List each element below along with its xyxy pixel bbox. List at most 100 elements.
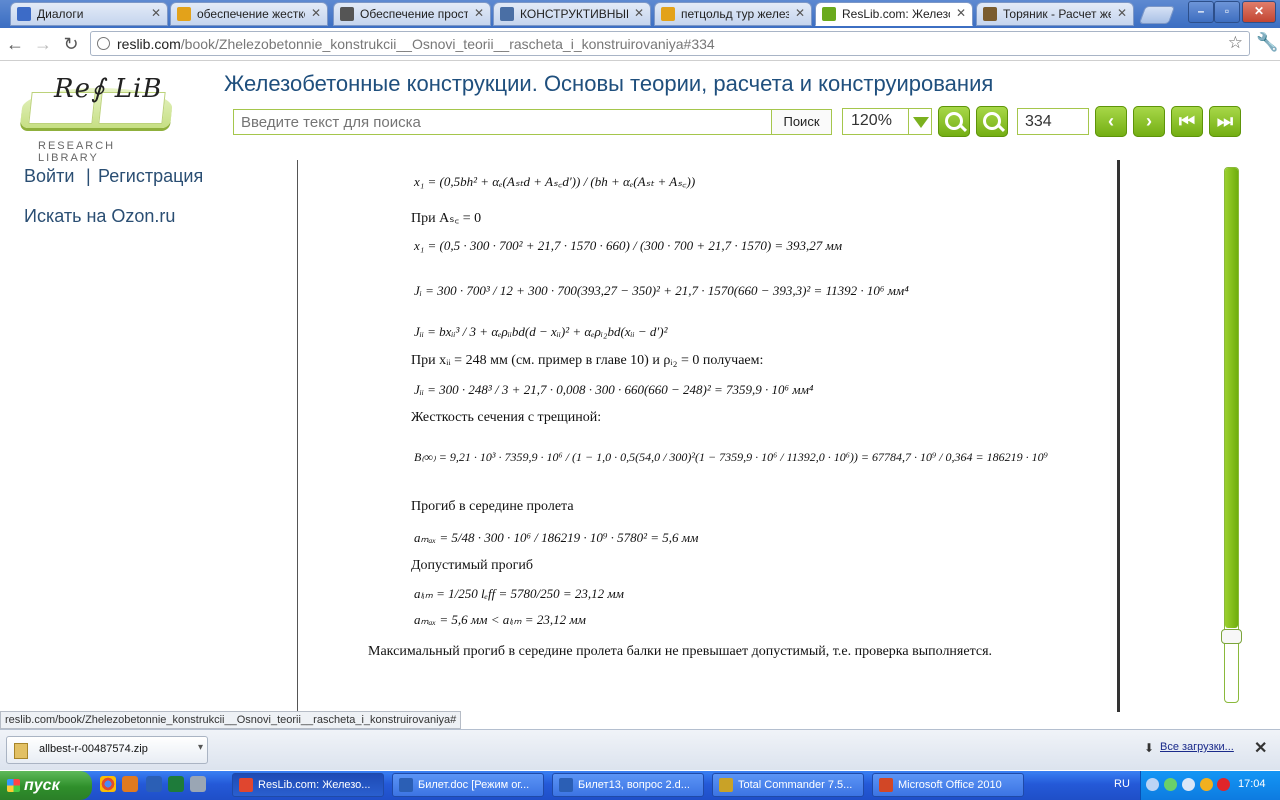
- all-downloads-link[interactable]: Все загрузки...: [1160, 741, 1234, 753]
- search-input[interactable]: [233, 109, 771, 135]
- ozon-search-link[interactable]: Искать на Ozon.ru: [24, 206, 175, 227]
- windows-flag-icon: [7, 779, 20, 792]
- tab-close-icon[interactable]: ✕: [1117, 6, 1127, 20]
- last-page-button[interactable]: ⏭: [1209, 106, 1241, 137]
- taskbar-item[interactable]: Билет13, вопрос 2.d...: [552, 773, 704, 797]
- tab-title: Обеспечение простра: [360, 7, 468, 21]
- back-arrow-tray-icon[interactable]: [1146, 778, 1159, 791]
- app-icon: [879, 778, 893, 792]
- wrench-icon[interactable]: 🔧: [1256, 32, 1278, 53]
- forward-button[interactable]: →: [32, 33, 54, 55]
- previous-page-button[interactable]: ‹: [1095, 106, 1127, 137]
- zoom-in-button[interactable]: [938, 106, 970, 137]
- tab-close-icon[interactable]: ✕: [311, 6, 321, 20]
- zoom-in-icon: [945, 112, 963, 130]
- volume-icon[interactable]: [1182, 778, 1195, 791]
- next-page-button[interactable]: ›: [1133, 106, 1165, 137]
- text-line: Прогиб в середине пролета: [411, 499, 574, 514]
- bookmark-star-icon[interactable]: ☆: [1228, 33, 1243, 53]
- tab-favicon-icon: [340, 7, 354, 21]
- back-button[interactable]: ←: [4, 33, 26, 55]
- search-button[interactable]: Поиск: [771, 109, 832, 135]
- chrome-quicklaunch-icon[interactable]: [100, 776, 116, 792]
- tab-title: обеспечение жесткос: [197, 7, 305, 21]
- zoom-dropdown-arrow-icon[interactable]: [908, 108, 932, 135]
- firefox-quicklaunch-icon[interactable]: [122, 776, 138, 792]
- tab-favicon-icon: [17, 7, 31, 21]
- site-logo[interactable]: Re∮ LiB RESEARCH LIBRARY: [18, 70, 178, 164]
- address-bar[interactable]: reslib.com/book/Zhelezobetonnie_konstruk…: [90, 31, 1250, 56]
- browser-tab[interactable]: обеспечение жесткос ✕: [170, 2, 328, 26]
- zoom-out-button[interactable]: [976, 106, 1008, 137]
- formula-line: Jᵢᵢ = bxᵢᵢ³ / 3 + αₑρᵢᵢbd(d − xᵢᵢ)² + αₑ…: [414, 324, 668, 339]
- browser-tab[interactable]: Обеспечение простра ✕: [333, 2, 491, 26]
- taskbar-item[interactable]: Билет.doc [Режим ог...: [392, 773, 544, 797]
- tab-favicon-icon: [177, 7, 191, 21]
- notification-icon[interactable]: [1200, 778, 1213, 791]
- browser-toolbar: ← → ↻ reslib.com/book/Zhelezobetonnie_ko…: [0, 28, 1280, 61]
- tab-title: КОНСТРУКТИВНЫЕ РЕ: [520, 7, 628, 21]
- calculator-quicklaunch-icon[interactable]: [190, 776, 206, 792]
- app-icon: [399, 778, 413, 792]
- status-bar-url: reslib.com/book/Zhelezobetonnie_konstruk…: [0, 711, 462, 729]
- start-button[interactable]: пуск: [0, 771, 92, 800]
- document-page: x₁ = (0,5bh² + αₑ(Aₛₜd + Aₛ꜀d′)) / (bh +…: [298, 160, 1117, 712]
- page-number-input[interactable]: [1017, 108, 1089, 135]
- text-line: Максимальный прогиб в середине пролета б…: [368, 644, 993, 659]
- first-page-button[interactable]: ⏮: [1171, 106, 1203, 137]
- browser-tab[interactable]: ResLib.com: Железобе ✕: [815, 2, 973, 26]
- network-icon[interactable]: [1164, 778, 1177, 791]
- download-item[interactable]: allbest-r-00487574.zip ▾: [6, 736, 208, 764]
- chevron-down-icon[interactable]: ▾: [198, 742, 203, 753]
- formula-line: Jᵢ = 300 · 700³ / 12 + 300 · 700(393,27 …: [414, 283, 909, 298]
- viewer-border-right: [1117, 160, 1120, 712]
- globe-icon: [97, 37, 110, 50]
- browser-tab[interactable]: петцольд тур железо ✕: [654, 2, 812, 26]
- text-line: При xᵢᵢ = 248 мм (см. пример в главе 10)…: [411, 353, 764, 368]
- tab-close-icon[interactable]: ✕: [795, 6, 805, 20]
- taskbar-item[interactable]: ResLib.com: Железо...: [232, 773, 384, 797]
- tab-close-icon[interactable]: ✕: [956, 6, 966, 20]
- tab-close-icon[interactable]: ✕: [151, 6, 161, 20]
- maximize-button[interactable]: ▫: [1214, 1, 1240, 23]
- close-shelf-icon[interactable]: ✕: [1254, 738, 1267, 758]
- chevron-right-icon: ›: [1146, 111, 1152, 131]
- link-separator: |: [86, 166, 91, 186]
- login-link[interactable]: Войти: [24, 166, 74, 187]
- download-filename: allbest-r-00487574.zip: [39, 743, 148, 755]
- page-scroll-progress: [1225, 168, 1238, 628]
- browser-tab[interactable]: Диалоги ✕: [10, 2, 168, 26]
- formula-line: B₍∞₎ = 9,21 · 10³ · 7359,9 · 10⁶ / (1 − …: [414, 450, 1048, 464]
- tab-close-icon[interactable]: ✕: [474, 6, 484, 20]
- book-title: Железобетонные конструкции. Основы теори…: [224, 71, 994, 96]
- opera-tray-icon[interactable]: [1217, 778, 1230, 791]
- minimize-button[interactable]: –: [1188, 1, 1214, 23]
- zoom-out-icon: [983, 112, 1001, 130]
- zoom-level[interactable]: 120%: [842, 108, 908, 135]
- tab-favicon-icon: [983, 7, 997, 21]
- taskbar-item-label: ResLib.com: Железо...: [258, 779, 371, 791]
- tab-favicon-icon: [661, 7, 675, 21]
- formula-line: Jᵢᵢ = 300 · 248³ / 3 + 21,7 · 0,008 · 30…: [414, 382, 814, 397]
- register-link[interactable]: Регистрация: [98, 166, 203, 187]
- close-window-button[interactable]: ✕: [1242, 1, 1276, 23]
- taskbar-item-label: Microsoft Office 2010: [898, 779, 1002, 791]
- zip-file-icon: [14, 743, 28, 759]
- language-indicator[interactable]: RU: [1114, 778, 1130, 790]
- skip-end-icon: ⏭: [1216, 111, 1234, 131]
- download-arrow-icon: ⬇: [1144, 741, 1155, 755]
- logo-wordmark: Re∮ LiB: [54, 74, 163, 104]
- taskbar-item[interactable]: Total Commander 7.5...: [712, 773, 864, 797]
- tab-close-icon[interactable]: ✕: [634, 6, 644, 20]
- word-quicklaunch-icon[interactable]: [146, 776, 162, 792]
- excel-quicklaunch-icon[interactable]: [168, 776, 184, 792]
- taskbar-item[interactable]: Microsoft Office 2010: [872, 773, 1024, 797]
- reload-button[interactable]: ↻: [60, 33, 82, 55]
- page-scroll-thumb[interactable]: [1221, 629, 1242, 644]
- browser-tab[interactable]: Торяник - Расчет желе ✕: [976, 2, 1134, 26]
- formula-line: aₘₐₓ = 5,6 мм < aₗᵢₘ = 23,12 мм: [414, 612, 586, 627]
- formula-line: aₗᵢₘ = 1/250 lₑff = 5780/250 = 23,12 мм: [414, 586, 624, 601]
- browser-tab[interactable]: КОНСТРУКТИВНЫЕ РЕ ✕: [493, 2, 651, 26]
- text-line: Жесткость сечения с трещиной:: [411, 410, 602, 425]
- formula-line: aₘₐₓ = 5/48 · 300 · 10⁶ / 186219 · 10⁹ ·…: [414, 530, 699, 545]
